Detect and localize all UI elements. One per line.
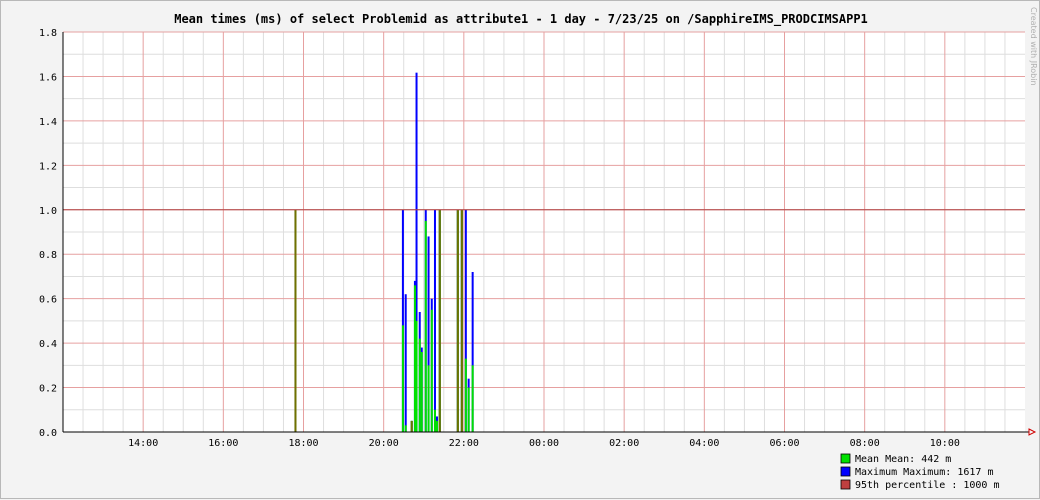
bar-mean <box>471 365 474 432</box>
bar-mean <box>401 325 404 432</box>
bar-overlap <box>460 209 463 432</box>
x-axis-arrow <box>1028 428 1037 436</box>
bar-mean <box>430 309 433 432</box>
legend-entry: 95th percentile : 1000 m <box>855 480 1000 491</box>
legend-swatch <box>840 479 851 490</box>
x-tick-label: 08:00 <box>850 438 880 449</box>
legend: Mean Mean: 442 m Maximum Maximum: 1617 m 9… <box>840 453 1000 491</box>
bar-max <box>433 209 436 432</box>
chart-svg: Mean times (ms) of select Problemid as a… <box>39 7 1038 491</box>
y-tick-label: 0.4 <box>39 339 57 350</box>
bar-mean <box>433 409 436 432</box>
y-tick-label: 0.6 <box>39 295 57 306</box>
bar-mean <box>464 358 467 432</box>
y-tick-label: 1.8 <box>39 28 57 39</box>
bar-mean <box>415 320 418 432</box>
y-tick-label: 1.4 <box>39 117 57 128</box>
y-tick-label: 1.0 <box>39 206 57 217</box>
y-tick-label: 0.0 <box>39 428 57 439</box>
x-tick-label: 18:00 <box>288 438 318 449</box>
bar-overlap <box>438 209 441 432</box>
chart-frame: Mean times (ms) of select Problemid as a… <box>0 0 1040 499</box>
y-tick-label: 0.2 <box>39 384 57 395</box>
watermark: Created with JRobin <box>1029 7 1038 86</box>
bar-mean <box>467 387 470 432</box>
bar-max <box>404 294 407 432</box>
y-tick-label: 1.6 <box>39 72 57 83</box>
grid <box>63 31 1025 432</box>
bar-mean <box>420 352 423 432</box>
x-tick-label: 20:00 <box>369 438 399 449</box>
bar-overlap <box>410 420 413 432</box>
x-tick-label: 04:00 <box>689 438 719 449</box>
legend-swatch <box>840 453 851 464</box>
legend-swatch <box>840 466 851 477</box>
x-tick-label: 16:00 <box>208 438 238 449</box>
legend-entry: Mean Mean: 442 m <box>855 454 951 465</box>
x-tick-label: 10:00 <box>930 438 960 449</box>
bar-overlap <box>456 209 459 432</box>
bar-mean <box>418 338 421 432</box>
bar-mean <box>427 365 430 432</box>
x-tick-label: 02:00 <box>609 438 639 449</box>
y-tick-label: 1.2 <box>39 161 57 172</box>
bar-mean <box>424 220 427 432</box>
x-tick-label: 06:00 <box>769 438 799 449</box>
x-tick-label: 14:00 <box>128 438 158 449</box>
y-tick-label: 0.8 <box>39 250 57 261</box>
chart-title: Mean times (ms) of select Problemid as a… <box>174 12 868 27</box>
x-tick-label: 22:00 <box>449 438 479 449</box>
bar-mean <box>435 420 438 432</box>
bar-mean <box>404 425 407 432</box>
legend-entry: Maximum Maximum: 1617 m <box>855 467 993 478</box>
bar-overlap <box>294 209 297 432</box>
x-tick-label: 00:00 <box>529 438 559 449</box>
